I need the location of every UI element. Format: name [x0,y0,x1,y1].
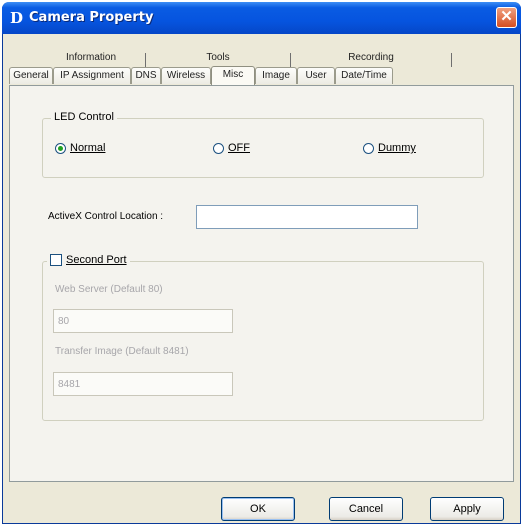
misc-tab-panel: LED Control Normal OFF Dummy ActiveX Con… [9,85,514,482]
tab-row-upper: Information Tools Recording [37,49,495,67]
camera-property-dialog: D Camera Property ✕ Information Tools Re… [2,2,521,524]
radio-normal[interactable]: Normal [55,142,105,154]
tab-divider [451,53,452,67]
second-port-group: Second Port Web Server (Default 80) Tran… [42,254,484,421]
tab-user[interactable]: User [297,67,335,84]
ok-button[interactable]: OK [221,497,295,521]
close-icon: ✕ [500,8,513,25]
second-port-checkbox[interactable] [50,254,62,266]
transfer-image-port-input[interactable] [53,372,233,396]
radio-dummy[interactable]: Dummy [363,142,416,154]
tab-general[interactable]: General [9,67,53,84]
radio-normal-indicator[interactable] [55,142,66,154]
tab-row-lower: General IP Assignment DNS Wireless Misc … [9,66,513,85]
activex-location-label: ActiveX Control Location : [48,211,164,222]
radio-normal-label: Normal [70,142,106,154]
activex-location-input[interactable] [196,205,418,229]
radio-dummy-label: Dummy [378,142,416,154]
web-server-label: Web Server (Default 80) [55,284,163,295]
second-port-checkbox-row[interactable]: Second Port [47,254,130,266]
title-bar[interactable]: D Camera Property ✕ [2,2,521,34]
tab-tools[interactable]: Tools [146,50,290,67]
transfer-image-label: Transfer Image (Default 8481) [55,346,189,357]
cancel-button[interactable]: Cancel [329,497,403,521]
window-title: Camera Property [29,10,154,25]
led-control-legend: LED Control [51,111,117,123]
radio-dummy-indicator[interactable] [363,142,374,154]
tab-dns[interactable]: DNS [131,67,161,84]
app-icon: D [10,9,24,27]
tab-misc[interactable]: Misc [211,66,255,85]
tab-ip-assignment[interactable]: IP Assignment [53,67,131,84]
radio-off-label: OFF [228,142,250,154]
led-control-group: LED Control Normal OFF Dummy [42,111,484,178]
tab-date-time[interactable]: Date/Time [335,67,393,84]
apply-button[interactable]: Apply [430,497,504,521]
web-server-port-input[interactable] [53,309,233,333]
radio-off[interactable]: OFF [213,142,250,154]
tab-image[interactable]: Image [255,67,297,84]
radio-off-indicator[interactable] [213,142,224,154]
tab-wireless[interactable]: Wireless [161,67,211,84]
tab-information[interactable]: Information [37,50,145,67]
tab-recording[interactable]: Recording [291,50,451,67]
second-port-label: Second Port [66,254,127,266]
close-button[interactable]: ✕ [496,7,517,28]
